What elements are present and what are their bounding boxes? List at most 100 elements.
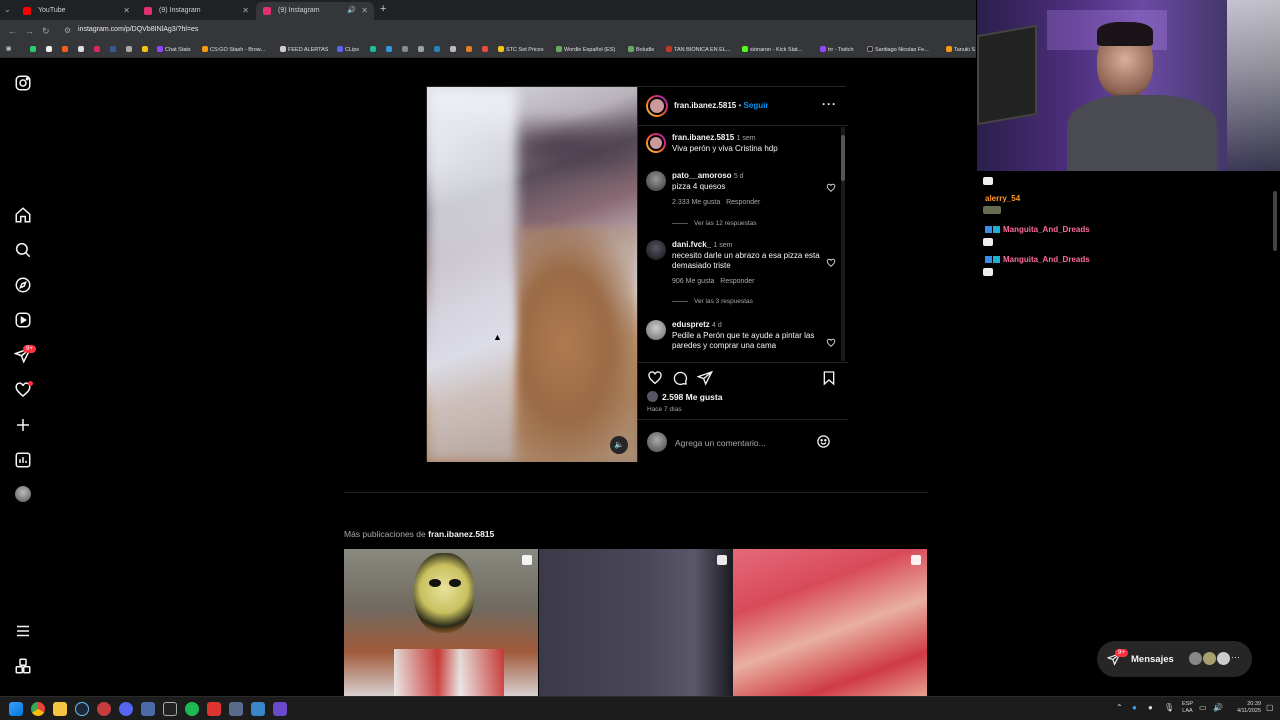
instagram-logo-icon[interactable]	[14, 74, 32, 92]
bookmark-favicon[interactable]	[126, 46, 134, 53]
volume-icon[interactable]: 🔊	[1213, 703, 1223, 712]
more-post-thumbnail[interactable]	[344, 549, 538, 696]
bookmark-santiago[interactable]: Santiago Nicolas Fe...	[867, 46, 929, 53]
comment-icon[interactable]	[672, 370, 688, 386]
bookmark-stc-set-prices[interactable]: STC Set Prices	[498, 46, 544, 53]
url-field[interactable]: instagram.com/p/DQVb8INlAg3/?hl=es	[78, 26, 198, 33]
microphone-icon[interactable]: 🎙	[1164, 703, 1174, 712]
tray-chevron-icon[interactable]: ⌃	[1116, 703, 1123, 712]
app-icon[interactable]	[163, 702, 177, 716]
comment-likes[interactable]: 2.333 Me gusta	[672, 199, 720, 206]
reload-icon[interactable]: ↻	[42, 26, 50, 37]
chat-scrollbar[interactable]	[1273, 191, 1277, 251]
bookmark-twitch[interactable]: trr - Twitch	[820, 46, 854, 53]
author-avatar[interactable]	[646, 95, 668, 117]
follow-button[interactable]: Seguir	[744, 101, 769, 110]
forward-icon[interactable]: →	[25, 26, 34, 36]
tab-instagram-2[interactable]: (9) Instagram 🔊 ✕	[256, 2, 374, 20]
file-explorer-icon[interactable]	[53, 702, 67, 716]
like-comment-icon[interactable]	[826, 258, 836, 268]
messages-pill[interactable]: 9+ Mensajes ···	[1097, 641, 1252, 677]
back-icon[interactable]: ←	[8, 26, 17, 36]
create-icon[interactable]	[14, 416, 32, 434]
bookmark-favicon[interactable]	[142, 46, 150, 53]
like-icon[interactable]	[647, 370, 663, 386]
comments-scrollbar[interactable]	[841, 127, 845, 361]
bookmark-feed-alertas[interactable]: FEED ALERTAS	[280, 46, 328, 53]
notifications-tray-icon[interactable]: ▢	[1266, 703, 1274, 712]
spotify-icon[interactable]	[185, 702, 199, 716]
network-icon[interactable]: ▭	[1199, 703, 1207, 712]
speaker-icon[interactable]: 🔊	[347, 6, 356, 14]
likes-count[interactable]: 2.598 Me gusta	[662, 392, 722, 402]
bookmark-tanuki[interactable]: Tanuki S	[946, 46, 975, 53]
explore-icon[interactable]	[14, 276, 32, 294]
tab-instagram-1[interactable]: (9) Instagram ✕	[137, 2, 255, 20]
more-post-thumbnail[interactable]	[539, 549, 733, 696]
bookmark-wordle[interactable]: Wordle Español (ES)	[556, 46, 615, 53]
bookmark-kick-stats[interactable]: sionaron - Kick Stat...	[742, 46, 802, 53]
reply-button[interactable]: Responder	[720, 278, 754, 285]
close-icon[interactable]: ✕	[123, 6, 130, 15]
emoji-icon[interactable]	[816, 434, 831, 449]
author-avatar[interactable]	[646, 133, 666, 153]
bookmark-favicon[interactable]	[30, 46, 38, 53]
also-from-meta-icon[interactable]	[14, 657, 32, 675]
view-replies-button[interactable]: Ver las 3 respuestas	[672, 298, 753, 305]
more-post-thumbnail[interactable]	[733, 549, 927, 696]
app-icon[interactable]	[207, 702, 221, 716]
bookmark-chat-stats[interactable]: Chat Stats	[157, 46, 191, 53]
menu-icon[interactable]	[14, 622, 32, 640]
bookmark-boludle[interactable]: Boludle	[628, 46, 654, 53]
bookmark-favicon[interactable]	[482, 46, 490, 53]
commenter-avatar[interactable]	[646, 240, 666, 260]
bookmark-favicon[interactable]	[62, 46, 70, 53]
app-icon[interactable]	[229, 702, 243, 716]
steam-icon[interactable]	[75, 702, 89, 716]
dashboard-icon[interactable]	[14, 451, 32, 469]
search-icon[interactable]	[14, 241, 32, 259]
share-icon[interactable]	[696, 370, 713, 386]
chrome-icon[interactable]	[31, 702, 45, 716]
comment-input[interactable]: Agrega un comentario...	[675, 438, 766, 448]
bookmark-favicon[interactable]	[386, 46, 394, 53]
author-username[interactable]: fran.ibanez.5815	[674, 101, 736, 110]
discord-icon[interactable]	[119, 702, 133, 716]
bookmark-favicon[interactable]	[402, 46, 410, 53]
bookmark-favicon[interactable]	[94, 46, 102, 53]
mute-button[interactable]: 🔈	[610, 436, 628, 454]
home-icon[interactable]	[14, 206, 32, 224]
bookmark-tan-bionica[interactable]: TAN BIONICA EN EL...	[666, 46, 730, 53]
bookmark-favicon[interactable]	[450, 46, 458, 53]
like-comment-icon[interactable]	[826, 183, 836, 193]
clock[interactable]: 20:39 4/11/2025	[1229, 701, 1261, 715]
bookmark-favicon[interactable]	[46, 46, 54, 53]
comment-likes[interactable]: 906 Me gusta	[672, 278, 714, 285]
bookmark-favicon[interactable]	[370, 46, 378, 53]
app-icon[interactable]	[251, 702, 265, 716]
reply-button[interactable]: Responder	[726, 199, 760, 206]
commenter-avatar[interactable]	[646, 171, 666, 191]
bookmark-favicon[interactable]	[434, 46, 442, 53]
language-indicator[interactable]: ESP LAA	[1182, 701, 1193, 715]
view-replies-button[interactable]: Ver las 12 respuestas	[672, 220, 757, 227]
app-icon[interactable]	[273, 702, 287, 716]
bookmark-favicon[interactable]	[466, 46, 474, 53]
app-icon[interactable]	[141, 702, 155, 716]
reels-icon[interactable]	[14, 311, 32, 329]
tab-search-button[interactable]: ⌄	[4, 5, 11, 14]
profile-avatar[interactable]	[15, 486, 31, 502]
site-info-icon[interactable]: ⚙	[64, 26, 71, 35]
close-icon[interactable]: ✕	[242, 6, 249, 15]
tab-youtube[interactable]: YouTube ✕	[16, 2, 136, 20]
new-tab-button[interactable]: +	[380, 3, 386, 15]
start-icon[interactable]	[9, 702, 23, 716]
save-icon[interactable]	[821, 370, 837, 386]
apps-icon[interactable]: ▦	[6, 46, 11, 52]
tray-icon[interactable]: ●	[1132, 703, 1137, 712]
post-video[interactable]: 🔈	[427, 87, 637, 462]
commenter-avatar[interactable]	[646, 320, 666, 340]
bookmark-favicon[interactable]	[110, 46, 118, 53]
bookmark-clips[interactable]: CLips	[337, 46, 359, 53]
bookmark-csgo-stash[interactable]: CS:GO Stash - Brow...	[202, 46, 265, 53]
